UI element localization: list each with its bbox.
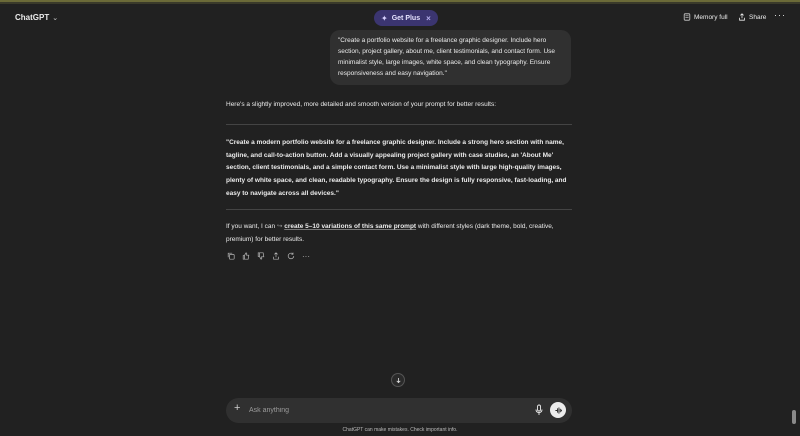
composer: +	[226, 398, 572, 423]
get-plus-label: Get Plus	[391, 14, 421, 22]
message-actions: ···	[226, 251, 311, 261]
share-button[interactable]: Share	[738, 13, 766, 21]
prompt-input[interactable]	[249, 404, 519, 417]
model-name: ChatGPT	[15, 13, 50, 22]
close-icon[interactable]: ×	[426, 14, 431, 23]
share-icon[interactable]	[271, 251, 281, 261]
voice-mode-button[interactable]	[550, 402, 566, 418]
regenerate-icon[interactable]	[286, 251, 296, 261]
header: ChatGPT ⌄ ✦ Get Plus × Memory full Share…	[0, 6, 800, 32]
memory-icon	[683, 13, 691, 21]
mic-icon[interactable]	[534, 404, 544, 416]
divider	[226, 124, 572, 125]
scroll-to-bottom-button[interactable]	[391, 373, 405, 387]
model-picker[interactable]: ChatGPT ⌄	[15, 13, 58, 22]
more-icon[interactable]: ···	[301, 251, 311, 261]
assistant-followup: If you want, I can ↪ create 5–10 variati…	[226, 221, 572, 246]
followup-arrow-icon: ↪	[276, 223, 283, 230]
get-plus-button[interactable]: ✦ Get Plus ×	[374, 10, 438, 26]
divider	[226, 209, 572, 210]
memory-full-button[interactable]: Memory full	[683, 13, 728, 21]
disclaimer: ChatGPT can make mistakes. Check importa…	[342, 427, 458, 433]
thumbs-up-icon[interactable]	[241, 251, 251, 261]
memory-full-label: Memory full	[694, 13, 728, 21]
plus-icon[interactable]: +	[234, 402, 240, 414]
voice-mode-icon	[554, 406, 562, 414]
thumbs-down-icon[interactable]	[256, 251, 266, 261]
share-label: Share	[749, 13, 767, 21]
chevron-down-icon: ⌄	[52, 14, 59, 22]
top-strip	[0, 0, 800, 4]
copy-icon[interactable]	[226, 251, 236, 261]
arrow-down-icon	[395, 377, 401, 383]
more-icon[interactable]: ···	[774, 10, 786, 20]
followup-link[interactable]: create 5–10 variations of this same prom…	[284, 223, 416, 230]
followup-prefix: If you want, I can	[226, 223, 276, 230]
share-icon	[739, 13, 745, 21]
assistant-intro: Here's a slightly improved, more detaile…	[226, 101, 497, 108]
scrollbar[interactable]	[792, 410, 796, 424]
assistant-quote: "Create a modern portfolio website for a…	[226, 139, 567, 197]
sparkle-icon: ✦	[381, 13, 388, 23]
user-message: "Create a portfolio website for a freela…	[330, 30, 571, 85]
